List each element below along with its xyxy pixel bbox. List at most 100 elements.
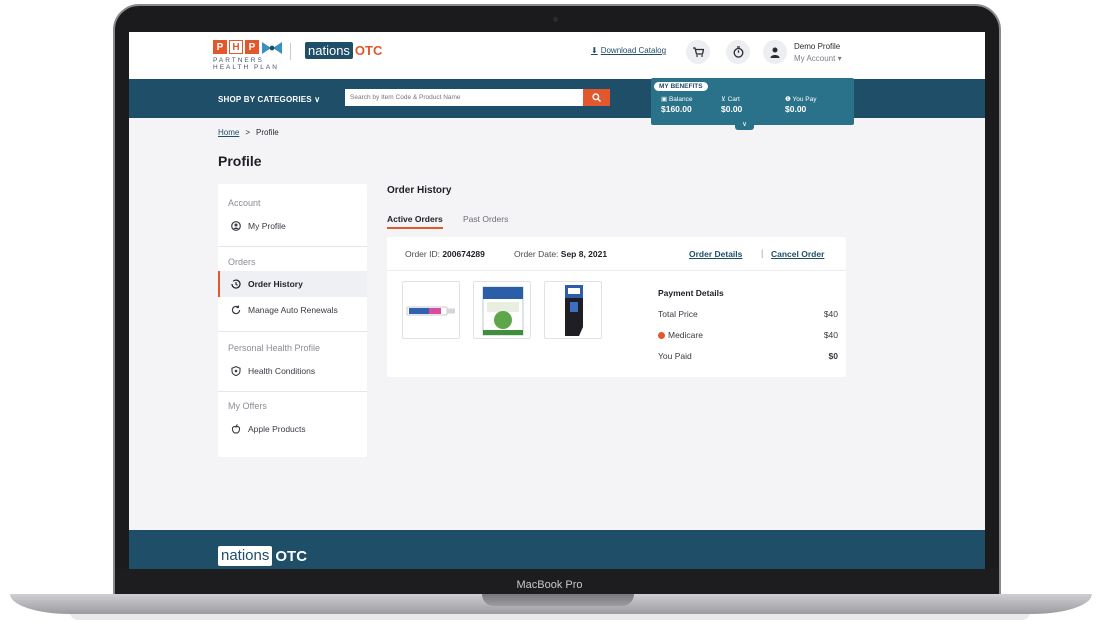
you-pay-block: ❶ You Pay $0.00 <box>785 95 817 114</box>
tab-past-orders[interactable]: Past Orders <box>463 214 508 224</box>
breadcrumb-current: Profile <box>256 128 279 137</box>
cart-label: Cart <box>727 96 740 103</box>
logo-letter: P <box>213 40 227 54</box>
sidebar-heading-my-offers: My Offers <box>228 401 267 411</box>
profile-button[interactable] <box>763 40 787 64</box>
camera-icon <box>553 17 558 22</box>
payment-label: You Paid <box>658 351 692 361</box>
partners-tagline: PARTNERS HEALTH PLAN <box>213 57 279 71</box>
payment-details-title: Payment Details <box>658 288 724 298</box>
sidebar-item-label: Apple Products <box>248 424 306 434</box>
benefits-panel[interactable]: MY BENEFITS ▣ Balance $160.00 ⊻ Cart $0.… <box>651 78 854 125</box>
sidebar-item-order-history[interactable]: Order History <box>218 271 367 297</box>
order-details-link[interactable]: Order Details <box>689 249 742 259</box>
payment-row-you-paid: You Paid $0 <box>658 351 838 361</box>
shop-by-categories-menu[interactable]: SHOP BY CATEGORIES ∨ <box>218 95 320 104</box>
payment-value: $40 <box>823 330 838 340</box>
order-date-label: Order Date: <box>514 249 559 259</box>
footer-logo[interactable]: nations OTC <box>218 546 307 566</box>
sidebar-item-label: Order History <box>248 279 303 289</box>
payment-value: $0 <box>828 351 838 361</box>
sidebar-item-label: Health Conditions <box>248 366 316 376</box>
cancel-order-link[interactable]: Cancel Order <box>771 249 824 259</box>
logo-letter: P <box>245 40 259 54</box>
navbar: SHOP BY CATEGORIES ∨ <box>129 79 985 118</box>
info-icon: ❶ <box>785 96 793 103</box>
user-icon <box>770 47 780 58</box>
nations-otc-logo[interactable]: nations OTC <box>305 42 382 59</box>
cart-block: ⊻ Cart $0.00 <box>721 95 742 114</box>
sidebar-item-apple-products[interactable]: Apple Products <box>218 416 367 442</box>
page-title: Profile <box>218 153 262 169</box>
sidebar-heading-account: Account <box>228 198 261 208</box>
balance-value: $160.00 <box>661 104 692 114</box>
product-thumbnail-stocking[interactable] <box>544 281 602 339</box>
tab-active-orders[interactable]: Active Orders <box>387 214 443 229</box>
sidebar-item-manage-auto-renewals[interactable]: Manage Auto Renewals <box>218 297 367 323</box>
toothpaste-image <box>406 306 455 316</box>
cart-button[interactable] <box>686 40 710 64</box>
history-icon <box>231 279 241 289</box>
search-icon <box>592 93 601 102</box>
order-header: Order ID: 200674289 Order Date: Sep 8, 2… <box>387 237 846 271</box>
payment-row-medicare: Medicare $40 <box>658 330 838 340</box>
brand-otc: OTC <box>354 43 383 58</box>
timer-icon <box>733 46 743 58</box>
download-icon: ⬇ <box>591 46 598 55</box>
mucinex-image <box>482 286 524 336</box>
order-id: Order ID: 200674289 <box>405 249 485 259</box>
logo-divider <box>290 43 291 60</box>
order-id-label: Order ID: <box>405 249 440 259</box>
footer-brand-nations: nations <box>218 546 273 566</box>
product-thumbnail-toothpaste[interactable] <box>402 281 460 339</box>
benefits-title: MY BENEFITS <box>654 82 708 91</box>
payment-row-total: Total Price $40 <box>658 309 838 319</box>
order-card: Order ID: 200674289 Order Date: Sep 8, 2… <box>387 237 846 377</box>
breadcrumb: Home > Profile <box>218 128 279 137</box>
order-date: Order Date: Sep 8, 2021 <box>514 249 607 259</box>
payment-label: Total Price <box>658 309 698 319</box>
shield-icon <box>231 366 241 376</box>
breadcrumb-separator: > <box>245 128 251 137</box>
laptop-notch <box>482 594 634 606</box>
product-thumbnail-mucinex[interactable] <box>473 281 531 339</box>
sidebar-divider <box>218 246 367 247</box>
cart-icon <box>692 47 704 57</box>
brand-nations: nations <box>305 42 353 59</box>
stocking-image <box>565 285 583 336</box>
partners-logo[interactable]: P H P <box>213 40 283 56</box>
sidebar-heading-health-profile: Personal Health Profile <box>228 343 321 353</box>
site-footer: nations OTC <box>129 530 985 569</box>
site-header: P H P PARTNERS HEALTH PLAN nations OTC ⬇… <box>129 32 985 79</box>
ribbon-icon <box>262 42 282 54</box>
profile-sidebar: Account My Profile Orders Order History … <box>218 184 367 457</box>
search-input[interactable] <box>345 89 583 106</box>
balance-label: Balance <box>668 96 693 103</box>
breadcrumb-home-link[interactable]: Home <box>218 128 239 137</box>
search-button[interactable] <box>583 89 610 106</box>
download-catalog-link[interactable]: ⬇ Download Catalog <box>591 46 666 55</box>
sidebar-item-health-conditions[interactable]: Health Conditions <box>218 358 367 384</box>
sidebar-item-my-profile[interactable]: My Profile <box>218 213 367 239</box>
benefits-expand-chevron[interactable]: ∨ <box>735 120 754 130</box>
wallet-icon: ▣ <box>661 96 669 103</box>
you-pay-label: You Pay <box>792 96 817 103</box>
payment-label: Medicare <box>668 330 703 340</box>
order-history-title: Order History <box>387 185 452 196</box>
screen: P H P PARTNERS HEALTH PLAN nations OTC ⬇… <box>129 32 985 569</box>
balance-block: ▣ Balance $160.00 <box>661 95 692 114</box>
timer-button[interactable] <box>726 40 750 64</box>
apple-icon <box>231 424 241 434</box>
my-account-dropdown[interactable]: My Account ▾ <box>794 54 842 63</box>
cart-small-icon: ⊻ <box>721 96 728 103</box>
logo-letter: H <box>229 40 243 54</box>
laptop-mockup: P H P PARTNERS HEALTH PLAN nations OTC ⬇… <box>0 0 1099 628</box>
cart-value: $0.00 <box>721 104 743 114</box>
sidebar-item-label: Manage Auto Renewals <box>248 305 338 315</box>
device-label: MacBook Pro <box>516 579 583 591</box>
order-date-value: Sep 8, 2021 <box>560 249 608 259</box>
profile-name: Demo Profile <box>794 42 841 51</box>
sidebar-divider <box>218 331 367 332</box>
link-separator: | <box>761 248 764 258</box>
footer-brand-otc: OTC <box>275 547 308 565</box>
